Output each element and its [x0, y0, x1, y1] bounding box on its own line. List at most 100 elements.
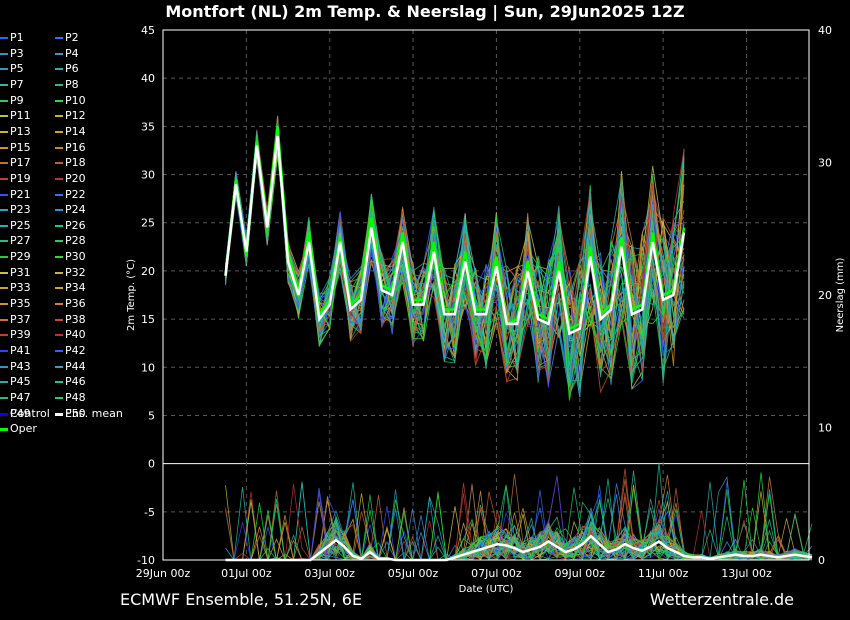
legend-swatch — [55, 303, 63, 306]
legend-label: P6 — [65, 62, 79, 76]
legend-label: P2 — [65, 31, 79, 44]
legend-label: P45 — [10, 375, 31, 389]
legend-swatch — [55, 52, 63, 55]
legend-swatch — [55, 334, 63, 337]
y-ticks-left: 45 40 35 30 25 20 15 10 5 0 -5 -10 — [137, 24, 155, 567]
legend-swatch — [55, 396, 63, 399]
legend-label: P35 — [10, 297, 31, 311]
legend-swatch — [55, 365, 63, 368]
x-ticks: 29Jun 00z 01Jul 00z 03Jul 00z 05Jul 00z 07Ju… — [136, 567, 772, 580]
legend-swatch — [0, 318, 8, 321]
legend-label: Ens. mean — [65, 406, 123, 420]
legend-swatch — [0, 52, 8, 55]
legend-label: P1 — [10, 31, 24, 44]
legend-swatch — [0, 224, 8, 227]
legend-swatch — [55, 68, 63, 71]
legend-swatch — [0, 381, 8, 384]
legend-label: P38 — [65, 312, 86, 326]
legend-label: P4 — [65, 46, 79, 60]
legend-label: P26 — [65, 218, 86, 232]
legend-label: P22 — [65, 187, 86, 201]
y-tick-left: 0 — [148, 458, 155, 471]
legend-label: P20 — [65, 171, 86, 185]
y-tick-right: 20 — [818, 289, 832, 302]
legend-swatch — [55, 412, 63, 416]
legend-swatch — [0, 68, 8, 71]
legend-label: P34 — [65, 281, 86, 295]
legend-label: P21 — [10, 187, 31, 201]
legend-label: P41 — [10, 344, 31, 357]
legend-swatch — [55, 381, 63, 384]
legend-swatch — [0, 177, 8, 180]
legend-swatch — [55, 240, 63, 243]
legend-label: P42 — [65, 344, 86, 357]
y-axis-label-right: Neerslag (mm) — [835, 257, 846, 332]
legend-swatch — [0, 350, 8, 352]
legend-swatch — [0, 162, 8, 165]
y-tick-left: 45 — [141, 24, 155, 37]
y-tick-left: 40 — [141, 72, 155, 85]
legend-label: P12 — [65, 109, 86, 123]
legend-swatch — [55, 271, 63, 274]
legend-label: P15 — [10, 140, 31, 154]
precip-members — [225, 462, 813, 562]
y-tick-left: -5 — [144, 506, 155, 519]
legend-swatch — [0, 412, 8, 416]
legend-swatch — [0, 256, 8, 259]
legend-swatch — [0, 365, 8, 368]
legend-swatch — [0, 146, 8, 149]
y-tick-left: 35 — [141, 120, 155, 133]
legend-label: P18 — [65, 156, 86, 170]
legend-label: Control — [10, 406, 50, 420]
y-tick-right: 40 — [818, 24, 832, 37]
legend-swatch — [0, 99, 8, 102]
legend-label: P10 — [65, 93, 86, 107]
legend-label: P11 — [10, 109, 31, 123]
legend-swatch — [55, 115, 63, 118]
legend-label: P47 — [10, 390, 31, 404]
y-axis-label-left: 2m Temp. (°C) — [126, 259, 137, 331]
legend-swatch — [55, 350, 63, 352]
legend-swatch — [0, 303, 8, 306]
legend-swatch — [55, 99, 63, 102]
legend-swatch — [55, 256, 63, 259]
legend-label: P39 — [10, 328, 31, 342]
footer-source: ECMWF Ensemble, 51.25N, 6E — [120, 590, 363, 609]
legend-swatch — [55, 287, 63, 290]
x-tick: 03Jul 00z — [304, 567, 355, 580]
legend-label: P29 — [10, 250, 31, 264]
legend-label: P3 — [10, 46, 24, 60]
legend-label: Oper — [10, 422, 37, 436]
legend-label: P19 — [10, 171, 31, 185]
legend-swatch — [0, 240, 8, 243]
legend-swatch — [0, 193, 8, 196]
legend-swatch — [0, 130, 8, 133]
legend-label: P36 — [65, 297, 86, 311]
y-tick-right: 0 — [818, 554, 825, 567]
legend-label: P16 — [65, 140, 86, 154]
legend-swatch — [55, 193, 63, 196]
legend-label: P17 — [10, 156, 31, 170]
legend-label: P14 — [65, 124, 86, 138]
legend-label: P31 — [10, 265, 31, 279]
y-tick-right: 30 — [818, 157, 832, 170]
legend-swatch — [0, 83, 8, 86]
legend-swatch — [55, 146, 63, 149]
y-ticks-right: 40 30 20 10 0 — [818, 24, 832, 567]
x-axis-label: Date (UTC) — [459, 584, 514, 595]
y-tick-left: 15 — [141, 313, 155, 326]
y-tick-left: 10 — [141, 361, 155, 374]
x-tick: 13Jul 00z — [721, 567, 772, 580]
legend-swatch — [0, 334, 8, 337]
legend-label: P23 — [10, 203, 31, 217]
legend-swatch — [55, 83, 63, 86]
legend-label: P8 — [65, 77, 79, 91]
legend-swatch — [0, 209, 8, 212]
y-tick-right: 10 — [818, 422, 832, 435]
x-tick: 05Jul 00z — [388, 567, 439, 580]
legend-label: P13 — [10, 124, 31, 138]
legend-swatch — [55, 224, 63, 227]
y-tick-left: 25 — [141, 217, 155, 230]
legend-swatch — [0, 37, 8, 39]
legend-label: P27 — [10, 234, 31, 248]
